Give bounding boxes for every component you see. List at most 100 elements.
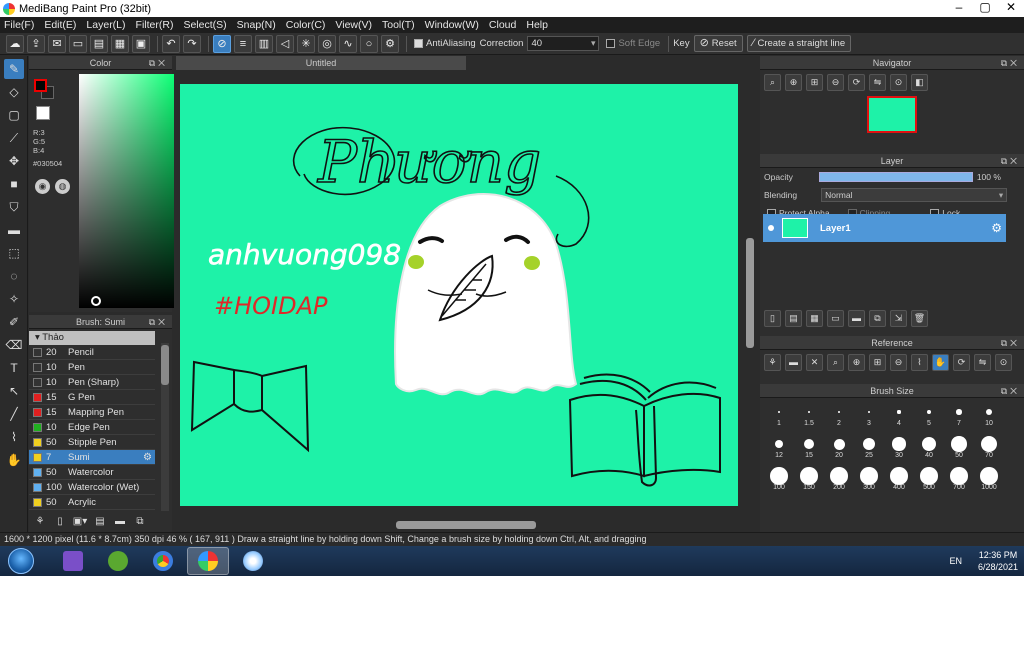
brush-duplicate-icon[interactable]: ▣▾ <box>72 514 88 529</box>
reference-zoom-icon[interactable]: ⌕ <box>827 353 844 371</box>
taskbar-greenshot[interactable] <box>97 547 139 575</box>
menu-help[interactable]: Help <box>526 19 548 31</box>
reference-fit-icon[interactable]: ⊞ <box>869 353 886 371</box>
brush-size-option[interactable]: 10 <box>974 400 1004 430</box>
primary-color-swatch[interactable] <box>34 79 47 92</box>
zoom-in-icon[interactable]: ⊕ <box>785 73 802 91</box>
panel-icon[interactable]: ▣ <box>132 34 150 53</box>
comment-icon[interactable]: ✉ <box>48 34 66 53</box>
fit-icon[interactable]: ⊞ <box>806 73 823 91</box>
menu-tool[interactable]: Tool(T) <box>382 19 415 31</box>
zoom-icon[interactable]: ⌕ <box>764 73 781 91</box>
brush-item[interactable]: 7 Sumi ⚙ <box>29 450 155 465</box>
menu-color[interactable]: Color(C) <box>286 19 326 31</box>
brush-new-icon[interactable]: ▯ <box>52 514 68 529</box>
soft-edge-checkbox[interactable] <box>606 39 616 48</box>
new-8bit-layer-icon[interactable]: ▦ <box>806 309 823 327</box>
brush-item[interactable]: 15 G Pen <box>29 390 155 405</box>
antialiasing-checkbox[interactable] <box>414 39 423 48</box>
brush-size-option[interactable]: 4 <box>884 400 914 430</box>
visibility-icon[interactable] <box>768 225 774 231</box>
brush-list-scrollbar[interactable] <box>161 343 169 511</box>
brush-size-option[interactable]: 500 <box>914 464 944 494</box>
select-pen-tool-icon[interactable]: ✐ <box>4 312 24 332</box>
saturation-value-picker[interactable] <box>79 74 179 308</box>
brush-size-option[interactable]: 30 <box>884 432 914 462</box>
panel-controls[interactable]: ⧉✕ <box>149 56 168 70</box>
menu-select[interactable]: Select(S) <box>183 19 226 31</box>
layer-item[interactable]: Layer1 ⚙ <box>763 214 1006 242</box>
brush-size-option[interactable]: 50 <box>944 432 974 462</box>
brush-size-option[interactable]: 40 <box>914 432 944 462</box>
brush-size-option[interactable]: 5 <box>914 400 944 430</box>
reference-reset-icon[interactable]: ⊙ <box>995 353 1012 371</box>
navigator-thumbnail[interactable] <box>867 96 917 133</box>
scrollbar-thumb[interactable] <box>161 345 169 385</box>
reference-hand-icon[interactable]: ✋ <box>932 353 949 371</box>
snap-settings-icon[interactable]: ⚙ <box>381 34 399 53</box>
brush-item[interactable]: 50 Acrylic <box>29 495 155 510</box>
grid-doc-icon[interactable]: ▦ <box>111 34 129 53</box>
brush-size-option[interactable]: 1.5 <box>794 400 824 430</box>
eraser-tool-icon[interactable]: ◇ <box>4 82 24 102</box>
brush-tool-icon[interactable]: ✎ <box>4 59 24 79</box>
menu-cloud[interactable]: Cloud <box>489 19 516 31</box>
color-palette-icon[interactable]: ◍ <box>55 179 70 194</box>
taskbar-visual-studio[interactable] <box>52 547 94 575</box>
magic-wand-tool-icon[interactable]: ✧ <box>4 289 24 309</box>
brush-size-option[interactable]: 150 <box>794 464 824 494</box>
scrollbar-thumb[interactable] <box>746 238 754 348</box>
brush-item[interactable]: 20 Pencil <box>29 345 155 360</box>
rectangle-tool-icon[interactable]: ■ <box>4 174 24 194</box>
upload-icon[interactable]: ⇪ <box>27 34 45 53</box>
brush-size-option[interactable]: 700 <box>944 464 974 494</box>
brush-add-icon[interactable]: ⚘ <box>32 514 48 529</box>
menu-file[interactable]: File(F) <box>4 19 34 31</box>
menu-filter[interactable]: Filter(R) <box>136 19 174 31</box>
brush-size-option[interactable]: 7 <box>944 400 974 430</box>
opacity-slider[interactable] <box>818 172 973 182</box>
undo-icon[interactable]: ↶ <box>162 34 180 53</box>
blending-select[interactable]: Normal <box>821 188 1008 202</box>
curve-snap-icon[interactable]: ∿ <box>339 34 357 53</box>
redo-icon[interactable]: ↷ <box>183 34 201 53</box>
snap-off-icon[interactable]: ⊘ <box>213 34 231 53</box>
add-layer-menu-icon[interactable]: ▭ <box>827 309 844 327</box>
menu-snap[interactable]: Snap(N) <box>237 19 276 31</box>
brush-size-option[interactable]: 100 <box>764 464 794 494</box>
delete-layer-icon[interactable]: 🗑 <box>911 309 928 327</box>
select-eraser-tool-icon[interactable]: ⌫ <box>4 335 24 355</box>
layer-settings-icon[interactable]: ⚙ <box>991 221 1002 235</box>
lasso-tool-icon[interactable]: ◌ <box>4 266 24 286</box>
taskbar-paint[interactable] <box>232 547 274 575</box>
flip-icon[interactable]: ⇋ <box>869 73 886 91</box>
clock[interactable]: 12:36 PM 6/28/2021 <box>978 549 1018 573</box>
new-layer-icon[interactable]: ▯ <box>764 309 781 327</box>
reference-open-icon[interactable]: ▬ <box>785 353 802 371</box>
minimize-button[interactable]: – <box>946 0 972 17</box>
reset-button[interactable]: ⊘ Reset <box>693 35 743 52</box>
drawing-canvas[interactable]: Phương anhvuong098 #HOIDAP <box>180 84 738 506</box>
maximize-button[interactable]: ▢ <box>972 0 998 17</box>
brush-folder-icon[interactable]: ▬ <box>112 514 128 529</box>
brush-item[interactable]: 50 Watercolor <box>29 465 155 480</box>
language-indicator[interactable]: EN <box>949 556 962 566</box>
dot-tool-icon[interactable]: ▢ <box>4 105 24 125</box>
menu-view[interactable]: View(V) <box>335 19 372 31</box>
reset-rotation-icon[interactable]: ⊙ <box>890 73 907 91</box>
brush-item[interactable]: 10 Edge Pen <box>29 420 155 435</box>
move-tool-icon[interactable]: ✥ <box>4 151 24 171</box>
circle-snap-icon[interactable]: ◎ <box>318 34 336 53</box>
brush-size-option[interactable]: 2 <box>824 400 854 430</box>
close-button[interactable]: ✕ <box>998 0 1024 17</box>
brush-size-option[interactable]: 1000 <box>974 464 1004 494</box>
vanishing-point-icon[interactable]: ◁ <box>276 34 294 53</box>
panel-controls[interactable]: ⧉✕ <box>1001 56 1020 70</box>
select-tool-icon[interactable]: ⬚ <box>4 243 24 263</box>
cloud-icon[interactable]: ☁ <box>6 34 24 53</box>
brush-copy-icon[interactable]: ⧉ <box>132 514 148 529</box>
reference-flip-icon[interactable]: ⇋ <box>974 353 991 371</box>
brush-size-option[interactable]: 1 <box>764 400 794 430</box>
menu-layer[interactable]: Layer(L) <box>86 19 125 31</box>
duplicate-layer-icon[interactable]: ⧉ <box>869 309 886 327</box>
